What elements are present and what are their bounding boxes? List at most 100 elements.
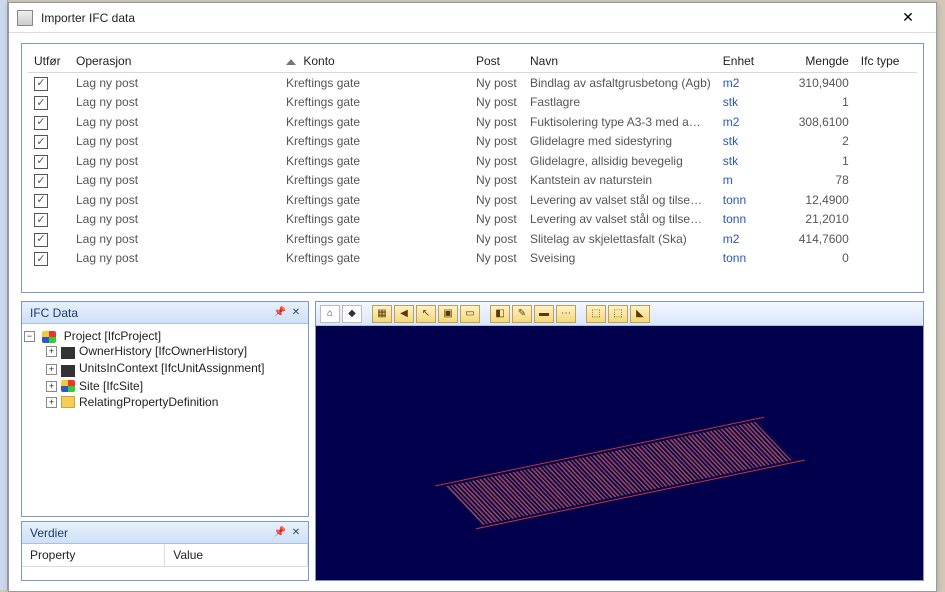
table-row[interactable]: ✓Lag ny postKreftings gateNy postLeverin… xyxy=(28,190,917,210)
cell-mengde: 12,4900 xyxy=(773,190,855,210)
cell-navn: Fastlagre xyxy=(524,93,717,113)
cell-ifctype xyxy=(855,210,917,230)
viewer-toolbar: ⌂ ◆ ▦ ◀ ↖ ▣ ▭ ◧ ✎ ▬ ⋯ ⬚ ⬚ ◣ xyxy=(316,302,923,326)
cell-enhet: m2 xyxy=(717,73,773,93)
cursor-red-icon[interactable]: ↖ xyxy=(416,305,436,323)
cell-post: Ny post xyxy=(470,171,524,191)
tree-root[interactable]: − Project [IfcProject] +OwnerHistory [If… xyxy=(24,328,306,411)
table-row[interactable]: ✓Lag ny postKreftings gateNy postSlitela… xyxy=(28,229,917,249)
cell-mengde: 1 xyxy=(773,151,855,171)
cell-ifctype xyxy=(855,93,917,113)
measure-icon[interactable]: ◣ xyxy=(630,305,650,323)
table-row[interactable]: ✓Lag ny postKreftings gateNy postGlidela… xyxy=(28,151,917,171)
col-navn[interactable]: Navn xyxy=(524,50,717,73)
cell-enhet: stk xyxy=(717,93,773,113)
film-icon[interactable]: ▦ xyxy=(372,305,392,323)
window-title: Importer IFC data xyxy=(41,11,888,25)
cell-konto: Kreftings gate xyxy=(280,249,470,269)
tree-node-label: RelatingPropertyDefinition xyxy=(79,395,218,409)
table-row[interactable]: ✓Lag ny postKreftings gateNy postFuktiso… xyxy=(28,112,917,132)
collapse-icon[interactable]: − xyxy=(24,331,35,342)
cell-konto: Kreftings gate xyxy=(280,210,470,230)
cell-op: Lag ny post xyxy=(70,171,280,191)
close-button[interactable]: ✕ xyxy=(888,4,928,32)
viewer-canvas[interactable] xyxy=(316,326,923,580)
checkbox[interactable]: ✓ xyxy=(34,233,48,247)
project-icon xyxy=(42,331,56,343)
table-row[interactable]: ✓Lag ny postKreftings gateNy postSveisin… xyxy=(28,249,917,269)
col-ifctype[interactable]: Ifc type xyxy=(855,50,917,73)
cell-konto: Kreftings gate xyxy=(280,190,470,210)
cell-post: Ny post xyxy=(470,132,524,152)
cell-navn: Slitelag av skjelettasfalt (Ska) xyxy=(524,229,717,249)
import-table: Utfør Operasjon Konto Post Navn Enhet Me… xyxy=(21,43,924,293)
panel-close-icon[interactable]: ✕ xyxy=(288,525,304,541)
bbox-icon[interactable]: ⬚ xyxy=(586,305,606,323)
checkbox[interactable]: ✓ xyxy=(34,252,48,266)
bbox2-icon[interactable]: ⬚ xyxy=(608,305,628,323)
cell-ifctype xyxy=(855,112,917,132)
ifc-tree[interactable]: − Project [IfcProject] +OwnerHistory [If… xyxy=(22,324,308,516)
checkbox[interactable]: ✓ xyxy=(34,213,48,227)
table-row[interactable]: ✓ Lag ny postKreftings gateNy postGlidela… xyxy=(28,132,917,152)
home-icon[interactable]: ⌂ xyxy=(320,305,340,323)
rect-icon[interactable]: ▭ xyxy=(460,305,480,323)
col-value[interactable]: Value xyxy=(165,544,308,567)
tree-node[interactable]: + RelatingPropertyDefinition xyxy=(46,394,306,410)
tree-node[interactable]: +OwnerHistory [IfcOwnerHistory] xyxy=(46,343,306,360)
checkbox[interactable]: ✓ xyxy=(34,135,48,149)
cell-mengde: 308,6100 xyxy=(773,112,855,132)
span-icon[interactable]: ⋯ xyxy=(556,305,576,323)
col-property[interactable]: Property xyxy=(22,544,165,567)
table-row[interactable]: ✓Lag ny postKreftings gateNy postKantste… xyxy=(28,171,917,191)
cell-ifctype xyxy=(855,73,917,93)
checkbox[interactable]: ✓ xyxy=(34,194,48,208)
cell-mengde: 310,9400 xyxy=(773,73,855,93)
expand-icon[interactable]: + xyxy=(46,364,57,375)
rewind-icon[interactable]: ◀ xyxy=(394,305,414,323)
panel-close-icon[interactable]: ✕ xyxy=(288,305,304,321)
checkbox[interactable]: ✓ xyxy=(34,155,48,169)
node-icon xyxy=(61,396,75,408)
cell-enhet: tonn xyxy=(717,249,773,269)
window-icon[interactable]: ▬ xyxy=(534,305,554,323)
expand-icon[interactable]: + xyxy=(46,381,57,392)
tree-node[interactable]: +UnitsInContext [IfcUnitAssignment] xyxy=(46,360,306,377)
cell-post: Ny post xyxy=(470,190,524,210)
checkbox[interactable]: ✓ xyxy=(34,96,48,110)
checkbox[interactable]: ✓ xyxy=(34,174,48,188)
cell-enhet: stk xyxy=(717,151,773,171)
col-konto[interactable]: Konto xyxy=(280,50,470,73)
checkbox[interactable]: ✓ xyxy=(34,116,48,130)
cell-mengde: 1 xyxy=(773,93,855,113)
col-utfor[interactable]: Utfør xyxy=(28,50,70,73)
view3d-icon[interactable]: ◆ xyxy=(342,305,362,323)
select-icon[interactable]: ▣ xyxy=(438,305,458,323)
checkbox[interactable]: ✓ xyxy=(34,77,48,91)
pin-icon[interactable]: 📌 xyxy=(272,305,288,321)
expand-icon[interactable]: + xyxy=(46,397,57,408)
cell-mengde: 21,2010 xyxy=(773,210,855,230)
table-row[interactable]: ✓Lag ny postKreftings gateNy postLeverin… xyxy=(28,210,917,230)
col-post[interactable]: Post xyxy=(470,50,524,73)
col-enhet[interactable]: Enhet xyxy=(717,50,773,73)
ifc-panel-title: IFC Data xyxy=(26,306,272,320)
cell-post: Ny post xyxy=(470,151,524,171)
table-row[interactable]: ✓Lag ny postKreftings gateNy postBindlag… xyxy=(28,73,917,93)
cell-navn: Glidelagre med sidestyring xyxy=(524,132,717,152)
expand-icon[interactable]: + xyxy=(46,346,57,357)
layout-icon[interactable]: ◧ xyxy=(490,305,510,323)
pin-icon[interactable]: 📌 xyxy=(272,525,288,541)
col-mengde[interactable]: Mengde xyxy=(773,50,855,73)
tree-node[interactable]: +Site [IfcSite] xyxy=(46,378,306,394)
comment-icon[interactable]: ✎ xyxy=(512,305,532,323)
cell-op: Lag ny post xyxy=(70,132,280,152)
cell-konto: Kreftings gate xyxy=(280,132,470,152)
cell-navn: Glidelagre, allsidig bevegelig xyxy=(524,151,717,171)
cell-enhet: tonn xyxy=(717,190,773,210)
col-operasjon[interactable]: Operasjon xyxy=(70,50,280,73)
table-row[interactable]: ✓Lag ny postKreftings gateNy postFastlag… xyxy=(28,93,917,113)
node-icon xyxy=(61,347,75,359)
cell-enhet: m xyxy=(717,171,773,191)
cell-konto: Kreftings gate xyxy=(280,73,470,93)
